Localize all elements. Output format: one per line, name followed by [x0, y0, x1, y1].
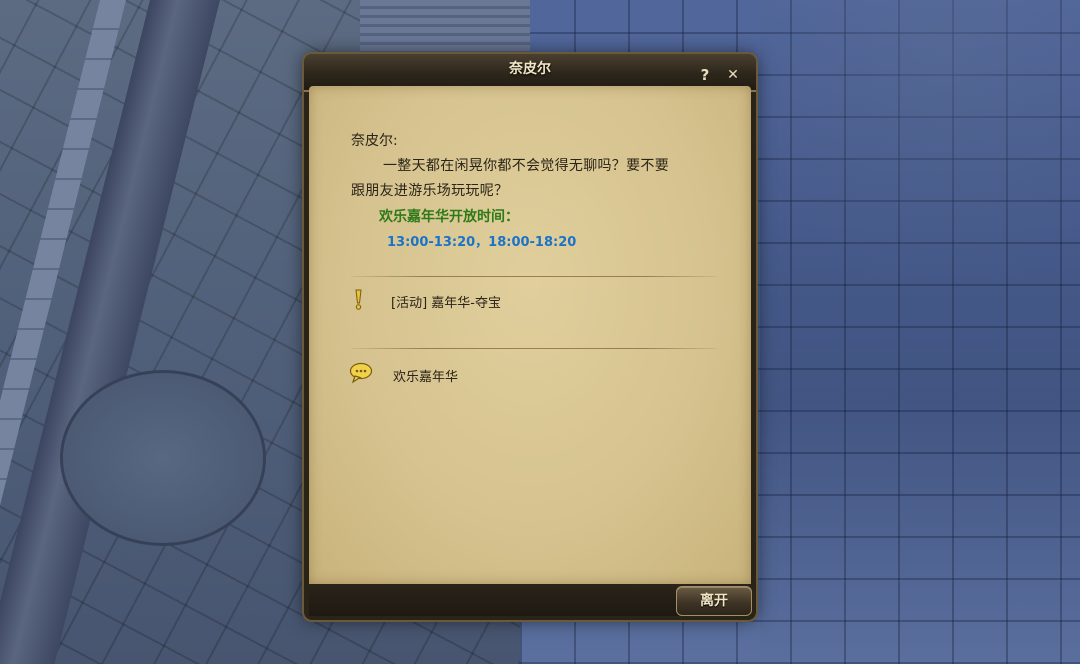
dialog-content-panel: 奈皮尔: 一整天都在闲晃你都不会觉得无聊吗？要不要 跟朋友进游乐场玩玩呢？ 欢乐… [309, 86, 751, 584]
divider [351, 348, 717, 349]
close-icon[interactable]: ✕ [724, 66, 742, 84]
dialog-title: 奈皮尔 [509, 61, 551, 77]
dialog-option-label: 欢乐嘉年华 [393, 370, 459, 385]
npc-name-label: 奈皮尔: [351, 133, 398, 149]
speech-bubble-icon [349, 362, 373, 384]
circular-stone-pad [60, 370, 266, 546]
street-shadow [760, 0, 1080, 664]
exclamation-quest-icon [355, 289, 362, 310]
dialog-option-happy-carnival[interactable]: 欢乐嘉年华 [349, 362, 679, 386]
stairs [360, 0, 530, 55]
dialog-option-label: [活动] 嘉年华-夺宝 [391, 296, 501, 311]
npc-message-line-2: 跟朋友进游乐场玩玩呢？ [351, 183, 509, 199]
event-title: 欢乐嘉年华开放时间： [379, 209, 519, 225]
question-icon[interactable]: ? [696, 66, 714, 84]
dialog-option-carnival-treasure[interactable]: [活动] 嘉年华-夺宝 [349, 289, 679, 313]
npc-message-line-1: 一整天都在闲晃你都不会觉得无聊吗？要不要 [383, 158, 669, 174]
leave-button[interactable]: 离开 [676, 586, 752, 616]
event-times: 13:00-13:20，18:00-18:20 [387, 235, 577, 250]
divider [351, 276, 717, 277]
npc-dialog-window: 奈皮尔 ? ✕ 奈皮尔: 一整天都在闲晃你都不会觉得无聊吗？要不要 跟朋友进游乐… [304, 54, 756, 620]
